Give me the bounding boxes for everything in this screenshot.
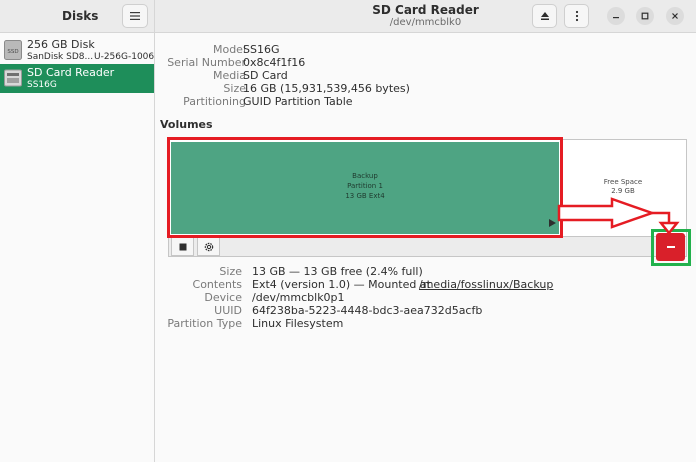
mount-point-link[interactable]: /media/fosslinux/Backup <box>419 278 553 291</box>
disk-model-suffix: U-256G-1006 <box>94 52 155 62</box>
partition-type-value: Linux Filesystem <box>252 317 344 330</box>
disk-list: SSD 256 GB Disk SanDisk SD8... U-256G-10… <box>0 33 155 462</box>
sd-card-icon <box>4 69 22 87</box>
partition-settings-button[interactable] <box>197 237 220 256</box>
minimize-button[interactable] <box>607 7 625 25</box>
sidebar-title: Disks <box>62 9 99 23</box>
more-vertical-icon <box>575 10 578 22</box>
contents-key: Contents <box>192 278 242 291</box>
close-icon <box>672 13 678 19</box>
hamburger-menu-icon <box>130 12 140 20</box>
media-value: SD Card <box>243 69 288 82</box>
sidebar-header: Disks <box>0 0 155 33</box>
more-options-button[interactable] <box>564 4 589 28</box>
main-header: SD Card Reader /dev/mmcblk0 <box>155 0 696 33</box>
device-value: /dev/mmcblk0p1 <box>252 291 345 304</box>
minimize-icon <box>613 17 619 19</box>
disk-item-sd-card-reader[interactable]: SD Card Reader SS16G <box>0 64 154 93</box>
size-value: 16 GB (15,931,539,456 bytes) <box>243 82 410 95</box>
model-value: SS16G <box>243 43 280 56</box>
svg-text:SSD: SSD <box>7 49 18 55</box>
volume-toolbar <box>168 237 687 257</box>
part-size-value: 13 GB — 13 GB free (2.4% full) <box>252 265 423 278</box>
highlight-partition-box <box>167 137 563 238</box>
disk-model: SS16G <box>27 80 57 90</box>
serial-value: 0x8c4f1f16 <box>243 56 306 69</box>
disks-window: Disks SD Card Reader /dev/mmcblk0 SSD 25… <box>0 0 696 462</box>
free-space-size: 2.9 GB <box>611 187 635 195</box>
close-button[interactable] <box>666 7 684 25</box>
disk-model: SanDisk SD8... <box>27 52 94 62</box>
model-key: Model <box>212 43 246 56</box>
annotation-arrow-icon <box>557 197 680 236</box>
part-size-key: Size <box>219 265 242 278</box>
media-key: Media <box>212 69 246 82</box>
disk-name: SD Card Reader <box>27 66 115 79</box>
partitioning-key: Partitioning <box>183 95 246 108</box>
device-key: Device <box>204 291 242 304</box>
maximize-button[interactable] <box>636 7 654 25</box>
disk-name: 256 GB Disk <box>27 38 95 51</box>
eject-icon <box>540 12 549 20</box>
disk-item-256gb[interactable]: SSD 256 GB Disk SanDisk SD8... U-256G-10… <box>0 36 154 65</box>
uuid-value: 64f238ba-5223-4448-bdc3-aea732d5acfb <box>252 304 483 317</box>
uuid-key: UUID <box>214 304 242 317</box>
serial-key: Serial Number <box>167 56 246 69</box>
stop-button[interactable] <box>171 237 194 256</box>
maximize-icon <box>641 12 649 20</box>
partition-type-key: Partition Type <box>167 317 242 330</box>
gear-icon <box>204 242 213 251</box>
menu-button[interactable] <box>122 4 148 28</box>
free-space-label: Free Space <box>603 178 643 186</box>
contents-value: Ext4 (version 1.0) — Mounted at <box>252 278 431 291</box>
ssd-icon: SSD <box>4 40 22 60</box>
eject-button[interactable] <box>532 4 557 28</box>
partitioning-value: GUID Partition Table <box>243 95 353 108</box>
stop-icon <box>179 243 186 250</box>
volumes-title: Volumes <box>160 118 213 131</box>
